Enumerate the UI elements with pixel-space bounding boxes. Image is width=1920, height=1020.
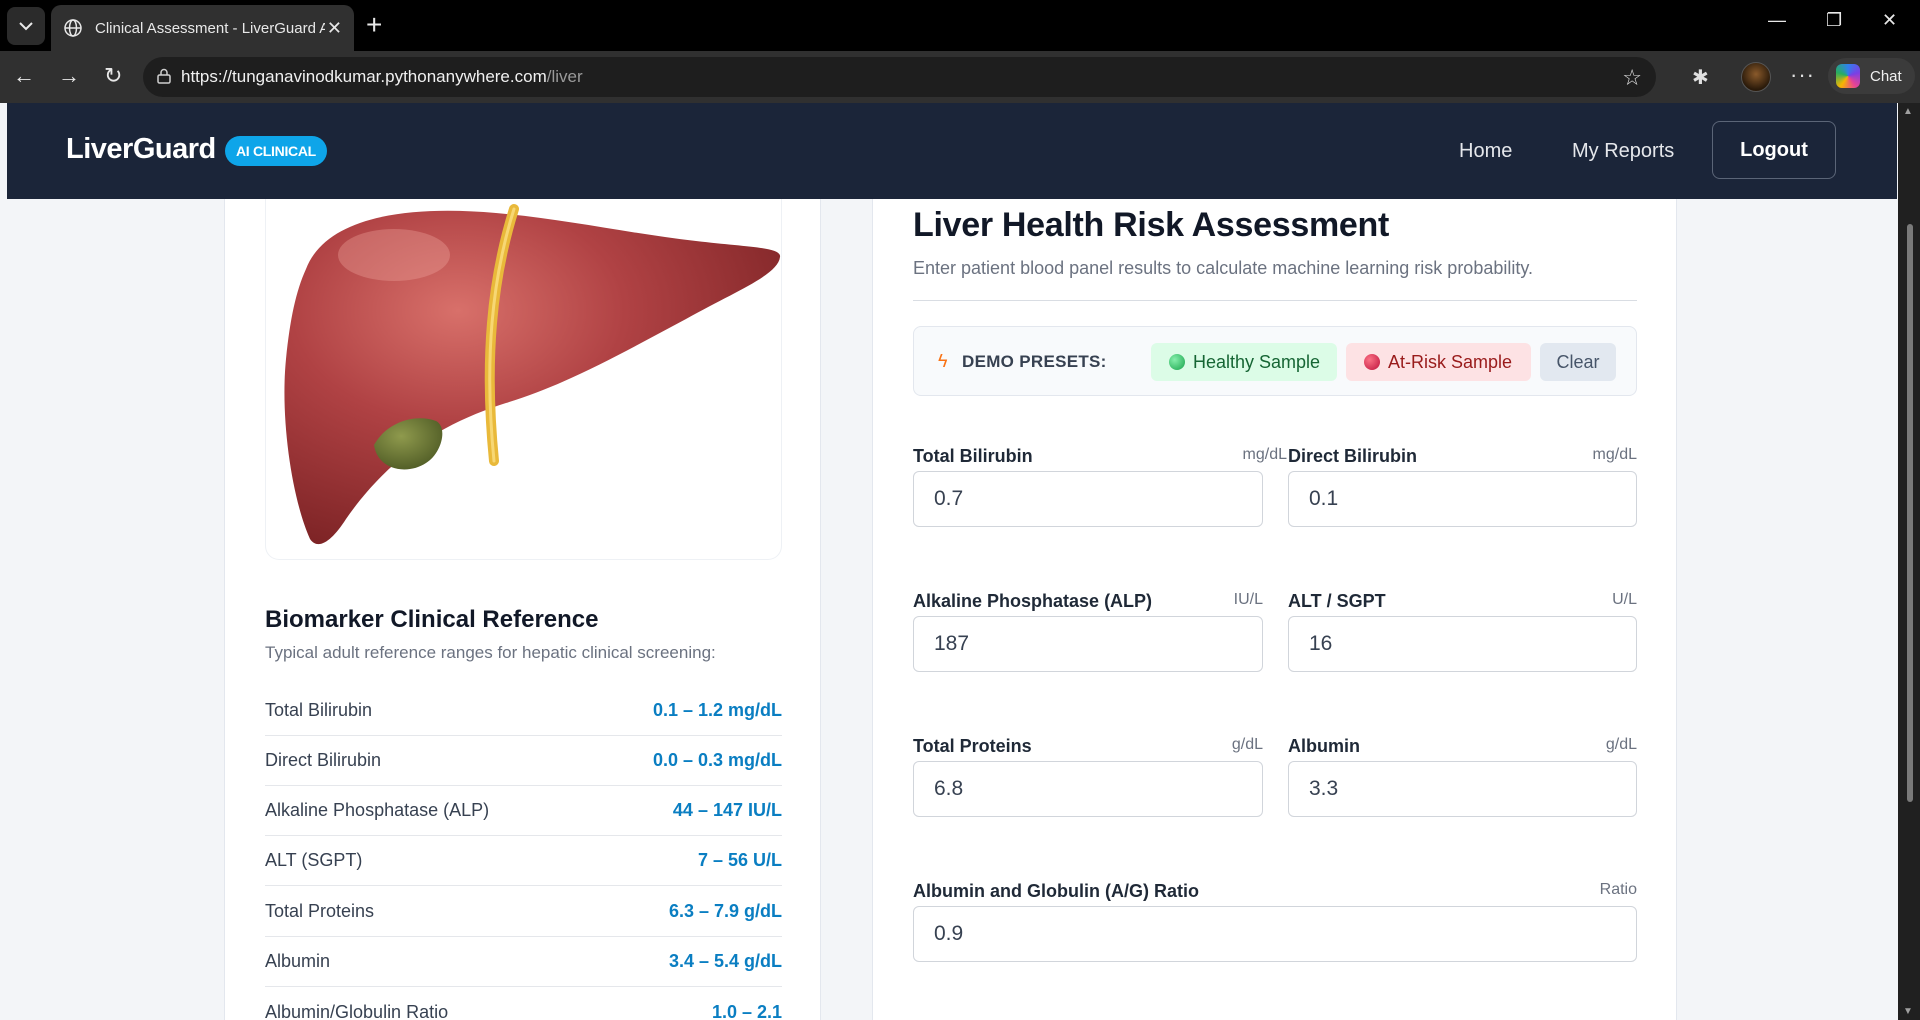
assessment-form-card: Liver Health Risk Assessment Enter patie… bbox=[872, 199, 1677, 1020]
reference-range: 3.4 – 5.4 g/dL bbox=[668, 951, 782, 971]
at-risk-sample-label: At-Risk Sample bbox=[1388, 351, 1513, 372]
scroll-up-arrow-icon[interactable]: ▲ bbox=[1903, 106, 1913, 117]
albumin-input[interactable] bbox=[1288, 761, 1637, 817]
reference-title: Biomarker Clinical Reference bbox=[265, 606, 599, 633]
scrollbar-thumb[interactable] bbox=[1907, 224, 1913, 802]
total-proteins-label: Total Proteins bbox=[913, 736, 1032, 756]
alp-input[interactable] bbox=[913, 616, 1263, 672]
red-dot-icon bbox=[1364, 354, 1380, 370]
reference-row: Albumin/Globulin Ratio 1.0 – 2.1 bbox=[265, 988, 782, 1020]
direct-bilirubin-label: Direct Bilirubin bbox=[1288, 446, 1418, 466]
reference-range: 7 – 56 U/L bbox=[697, 850, 782, 870]
direct-bilirubin-input[interactable] bbox=[1288, 471, 1637, 527]
form-divider bbox=[913, 300, 1637, 301]
total-proteins-input[interactable] bbox=[913, 761, 1263, 817]
restore-icon[interactable]: ❐ bbox=[1826, 10, 1842, 31]
albumin-unit: g/dL bbox=[1605, 736, 1637, 753]
direct-bilirubin-unit: mg/dL bbox=[1592, 446, 1637, 463]
new-tab-plus-icon[interactable]: + bbox=[366, 11, 382, 39]
demo-presets-panel: ϟ DEMO PRESETS: Healthy Sample At-Risk S… bbox=[913, 326, 1637, 396]
reload-icon[interactable]: ↻ bbox=[104, 63, 122, 89]
clear-button[interactable]: Clear bbox=[1540, 343, 1616, 381]
scroll-down-arrow-icon[interactable]: ▼ bbox=[1903, 1006, 1913, 1017]
alp-label: Alkaline Phosphatase (ALP) bbox=[913, 591, 1153, 611]
form-title: Liver Health Risk Assessment bbox=[913, 206, 1390, 244]
at-risk-sample-button[interactable]: At-Risk Sample bbox=[1346, 343, 1531, 381]
page-viewport: Biomarker Clinical Reference Typical adu… bbox=[0, 103, 1898, 1020]
reference-name: Total Bilirubin bbox=[265, 700, 373, 720]
reference-range: 0.1 – 1.2 mg/dL bbox=[652, 700, 782, 720]
logout-button[interactable]: Logout bbox=[1712, 121, 1836, 179]
reference-name: Total Proteins bbox=[265, 901, 375, 921]
alp-unit: IU/L bbox=[1233, 591, 1263, 608]
tab-close-icon[interactable]: ✕ bbox=[327, 18, 342, 39]
copilot-icon bbox=[1836, 64, 1860, 88]
biomarker-reference-card: Biomarker Clinical Reference Typical adu… bbox=[224, 199, 821, 1020]
reference-row: ALT (SGPT) 7 – 56 U/L bbox=[265, 836, 782, 886]
ag-ratio-label: Albumin and Globulin (A/G) Ratio bbox=[913, 881, 1199, 901]
window-close-icon[interactable]: ✕ bbox=[1882, 10, 1897, 31]
reference-subtitle: Typical adult reference ranges for hepat… bbox=[265, 643, 716, 662]
copilot-chat-button[interactable]: Chat bbox=[1828, 58, 1915, 94]
back-arrow-icon[interactable]: ← bbox=[13, 63, 35, 89]
reference-row: Direct Bilirubin 0.0 – 0.3 mg/dL bbox=[265, 736, 782, 786]
ag-ratio-input[interactable] bbox=[913, 906, 1637, 962]
chevron-down-icon bbox=[19, 22, 33, 31]
minimize-icon[interactable]: — bbox=[1768, 10, 1786, 31]
liver-image bbox=[284, 204, 781, 545]
nav-home-link[interactable]: Home bbox=[1459, 140, 1512, 163]
reference-range: 0.0 – 0.3 mg/dL bbox=[652, 750, 782, 770]
albumin-label: Albumin bbox=[1288, 736, 1360, 756]
demo-presets-label: DEMO PRESETS: bbox=[962, 352, 1107, 371]
tab-list-dropdown-button[interactable] bbox=[7, 7, 45, 45]
total-bilirubin-unit: mg/dL bbox=[1242, 446, 1287, 463]
reference-name: Direct Bilirubin bbox=[265, 750, 382, 770]
browser-tab-strip: Clinical Assessment - LiverGuard AI ✕ + … bbox=[0, 0, 1920, 51]
liver-illustration bbox=[265, 199, 782, 560]
browser-tab-active[interactable]: Clinical Assessment - LiverGuard AI ✕ bbox=[51, 5, 354, 51]
reference-name: Albumin/Globulin Ratio bbox=[265, 1002, 449, 1020]
reference-row: Total Bilirubin 0.1 – 1.2 mg/dL bbox=[265, 686, 782, 736]
reference-range: 6.3 – 7.9 g/dL bbox=[668, 901, 782, 921]
globe-icon bbox=[64, 19, 82, 37]
url-path: /liver bbox=[546, 67, 583, 86]
brand-logo[interactable]: LiverGuard bbox=[66, 133, 216, 166]
reference-name: Alkaline Phosphatase (ALP) bbox=[265, 800, 490, 820]
browser-toolbar: ← → ↻ https://tunganavinodkumar.pythonan… bbox=[0, 51, 1920, 103]
tab-title: Clinical Assessment - LiverGuard AI bbox=[95, 19, 325, 37]
alt-input[interactable] bbox=[1288, 616, 1637, 672]
ag-ratio-unit: Ratio bbox=[1599, 881, 1637, 898]
total-bilirubin-label: Total Bilirubin bbox=[913, 446, 1033, 466]
alt-label: ALT / SGPT bbox=[1288, 591, 1386, 611]
healthy-sample-label: Healthy Sample bbox=[1193, 351, 1321, 372]
nav-my-reports-link[interactable]: My Reports bbox=[1572, 140, 1674, 163]
ai-clinical-badge: AI CLINICAL bbox=[225, 136, 327, 166]
forward-arrow-icon[interactable]: → bbox=[58, 63, 80, 89]
total-proteins-unit: g/dL bbox=[1231, 736, 1263, 753]
reference-row: Total Proteins 6.3 – 7.9 g/dL bbox=[265, 887, 782, 937]
form-subtitle: Enter patient blood panel results to cal… bbox=[913, 258, 1534, 278]
reference-row: Albumin 3.4 – 5.4 g/dL bbox=[265, 937, 782, 987]
extensions-puzzle-icon[interactable]: ✱ bbox=[1692, 65, 1709, 90]
reference-row: Alkaline Phosphatase (ALP) 44 – 147 IU/L bbox=[265, 786, 782, 836]
site-info-lock-icon[interactable] bbox=[157, 68, 171, 84]
lightning-bolt-icon: ϟ bbox=[938, 351, 948, 371]
total-bilirubin-input[interactable] bbox=[913, 471, 1263, 527]
url-host: https://tunganavinodkumar.pythonanywhere… bbox=[181, 67, 547, 86]
app-navbar: LiverGuard AI CLINICAL Home My Reports L… bbox=[7, 103, 1897, 199]
favorite-star-icon[interactable]: ☆ bbox=[1622, 65, 1642, 91]
chat-button-label: Chat bbox=[1870, 67, 1902, 85]
reference-range: 44 – 147 IU/L bbox=[672, 800, 782, 820]
address-bar[interactable]: https://tunganavinodkumar.pythonanywhere… bbox=[143, 57, 1656, 97]
reference-name: Albumin bbox=[265, 951, 331, 971]
healthy-sample-button[interactable]: Healthy Sample bbox=[1151, 343, 1337, 381]
more-menu-icon[interactable]: ··· bbox=[1790, 62, 1815, 88]
profile-avatar[interactable] bbox=[1741, 62, 1771, 92]
reference-name: ALT (SGPT) bbox=[265, 850, 363, 870]
alt-unit: U/L bbox=[1612, 591, 1637, 608]
reference-range: 1.0 – 2.1 bbox=[711, 1002, 782, 1020]
green-dot-icon bbox=[1169, 354, 1185, 370]
